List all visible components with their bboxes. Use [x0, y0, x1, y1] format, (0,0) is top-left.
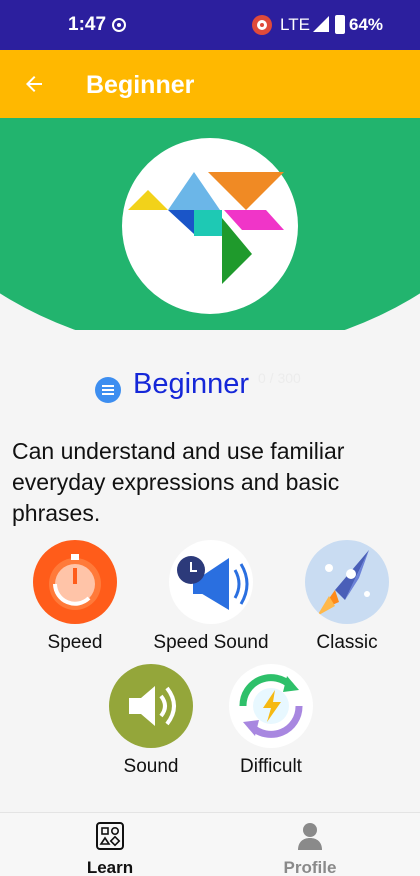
page-title: Beginner: [86, 71, 195, 99]
mode-classic[interactable]: Classic: [282, 540, 412, 654]
mode-difficult[interactable]: Difficult: [206, 664, 336, 778]
hero-banner: [0, 118, 420, 330]
level-name: Beginner: [133, 368, 250, 400]
nav-profile[interactable]: Profile: [260, 821, 360, 876]
tangram-bird-icon: [128, 172, 284, 284]
profile-person-icon: [298, 823, 322, 850]
status-time: 1:47: [68, 14, 107, 35]
mode-label: Speed: [47, 632, 103, 653]
arrow-left-icon: [26, 76, 42, 92]
nav-profile-label: Profile: [283, 858, 337, 876]
back-button[interactable]: [14, 64, 54, 104]
app-bar: Beginner: [0, 50, 420, 118]
mode-label: Difficult: [240, 756, 302, 777]
nav-learn[interactable]: Learn: [60, 821, 160, 876]
mode-label: Sound: [123, 756, 179, 777]
signal-icon: [313, 16, 329, 32]
learn-shapes-icon: [96, 822, 124, 850]
network-type: LTE: [280, 15, 310, 34]
mode-speed[interactable]: Speed: [10, 540, 140, 654]
speaker-icon: [109, 664, 193, 748]
status-bar: 1:47 LTE 64%: [0, 0, 420, 50]
battery-percent: 64%: [349, 15, 384, 34]
rocket-icon: [305, 540, 389, 624]
level-description: Can understand and use familiar everyday…: [12, 438, 345, 526]
battery-icon: [335, 15, 345, 34]
stopwatch-icon: [33, 540, 117, 624]
lightning-cycle-icon: [229, 664, 313, 748]
list-icon: [95, 377, 121, 403]
mode-label: Classic: [316, 632, 378, 653]
level-emblem: [122, 138, 298, 314]
bottom-navigation: Learn Profile: [0, 812, 420, 876]
settings-notification-icon: [112, 18, 126, 32]
mode-sound[interactable]: Sound: [86, 664, 216, 778]
mode-label: Speed Sound: [153, 632, 269, 653]
screen-record-icon: [252, 15, 272, 35]
nav-learn-label: Learn: [86, 858, 134, 876]
mode-speed-sound[interactable]: Speed Sound: [146, 540, 276, 654]
level-progress: 0 / 300: [258, 370, 301, 386]
megaphone-clock-icon: [169, 540, 253, 624]
